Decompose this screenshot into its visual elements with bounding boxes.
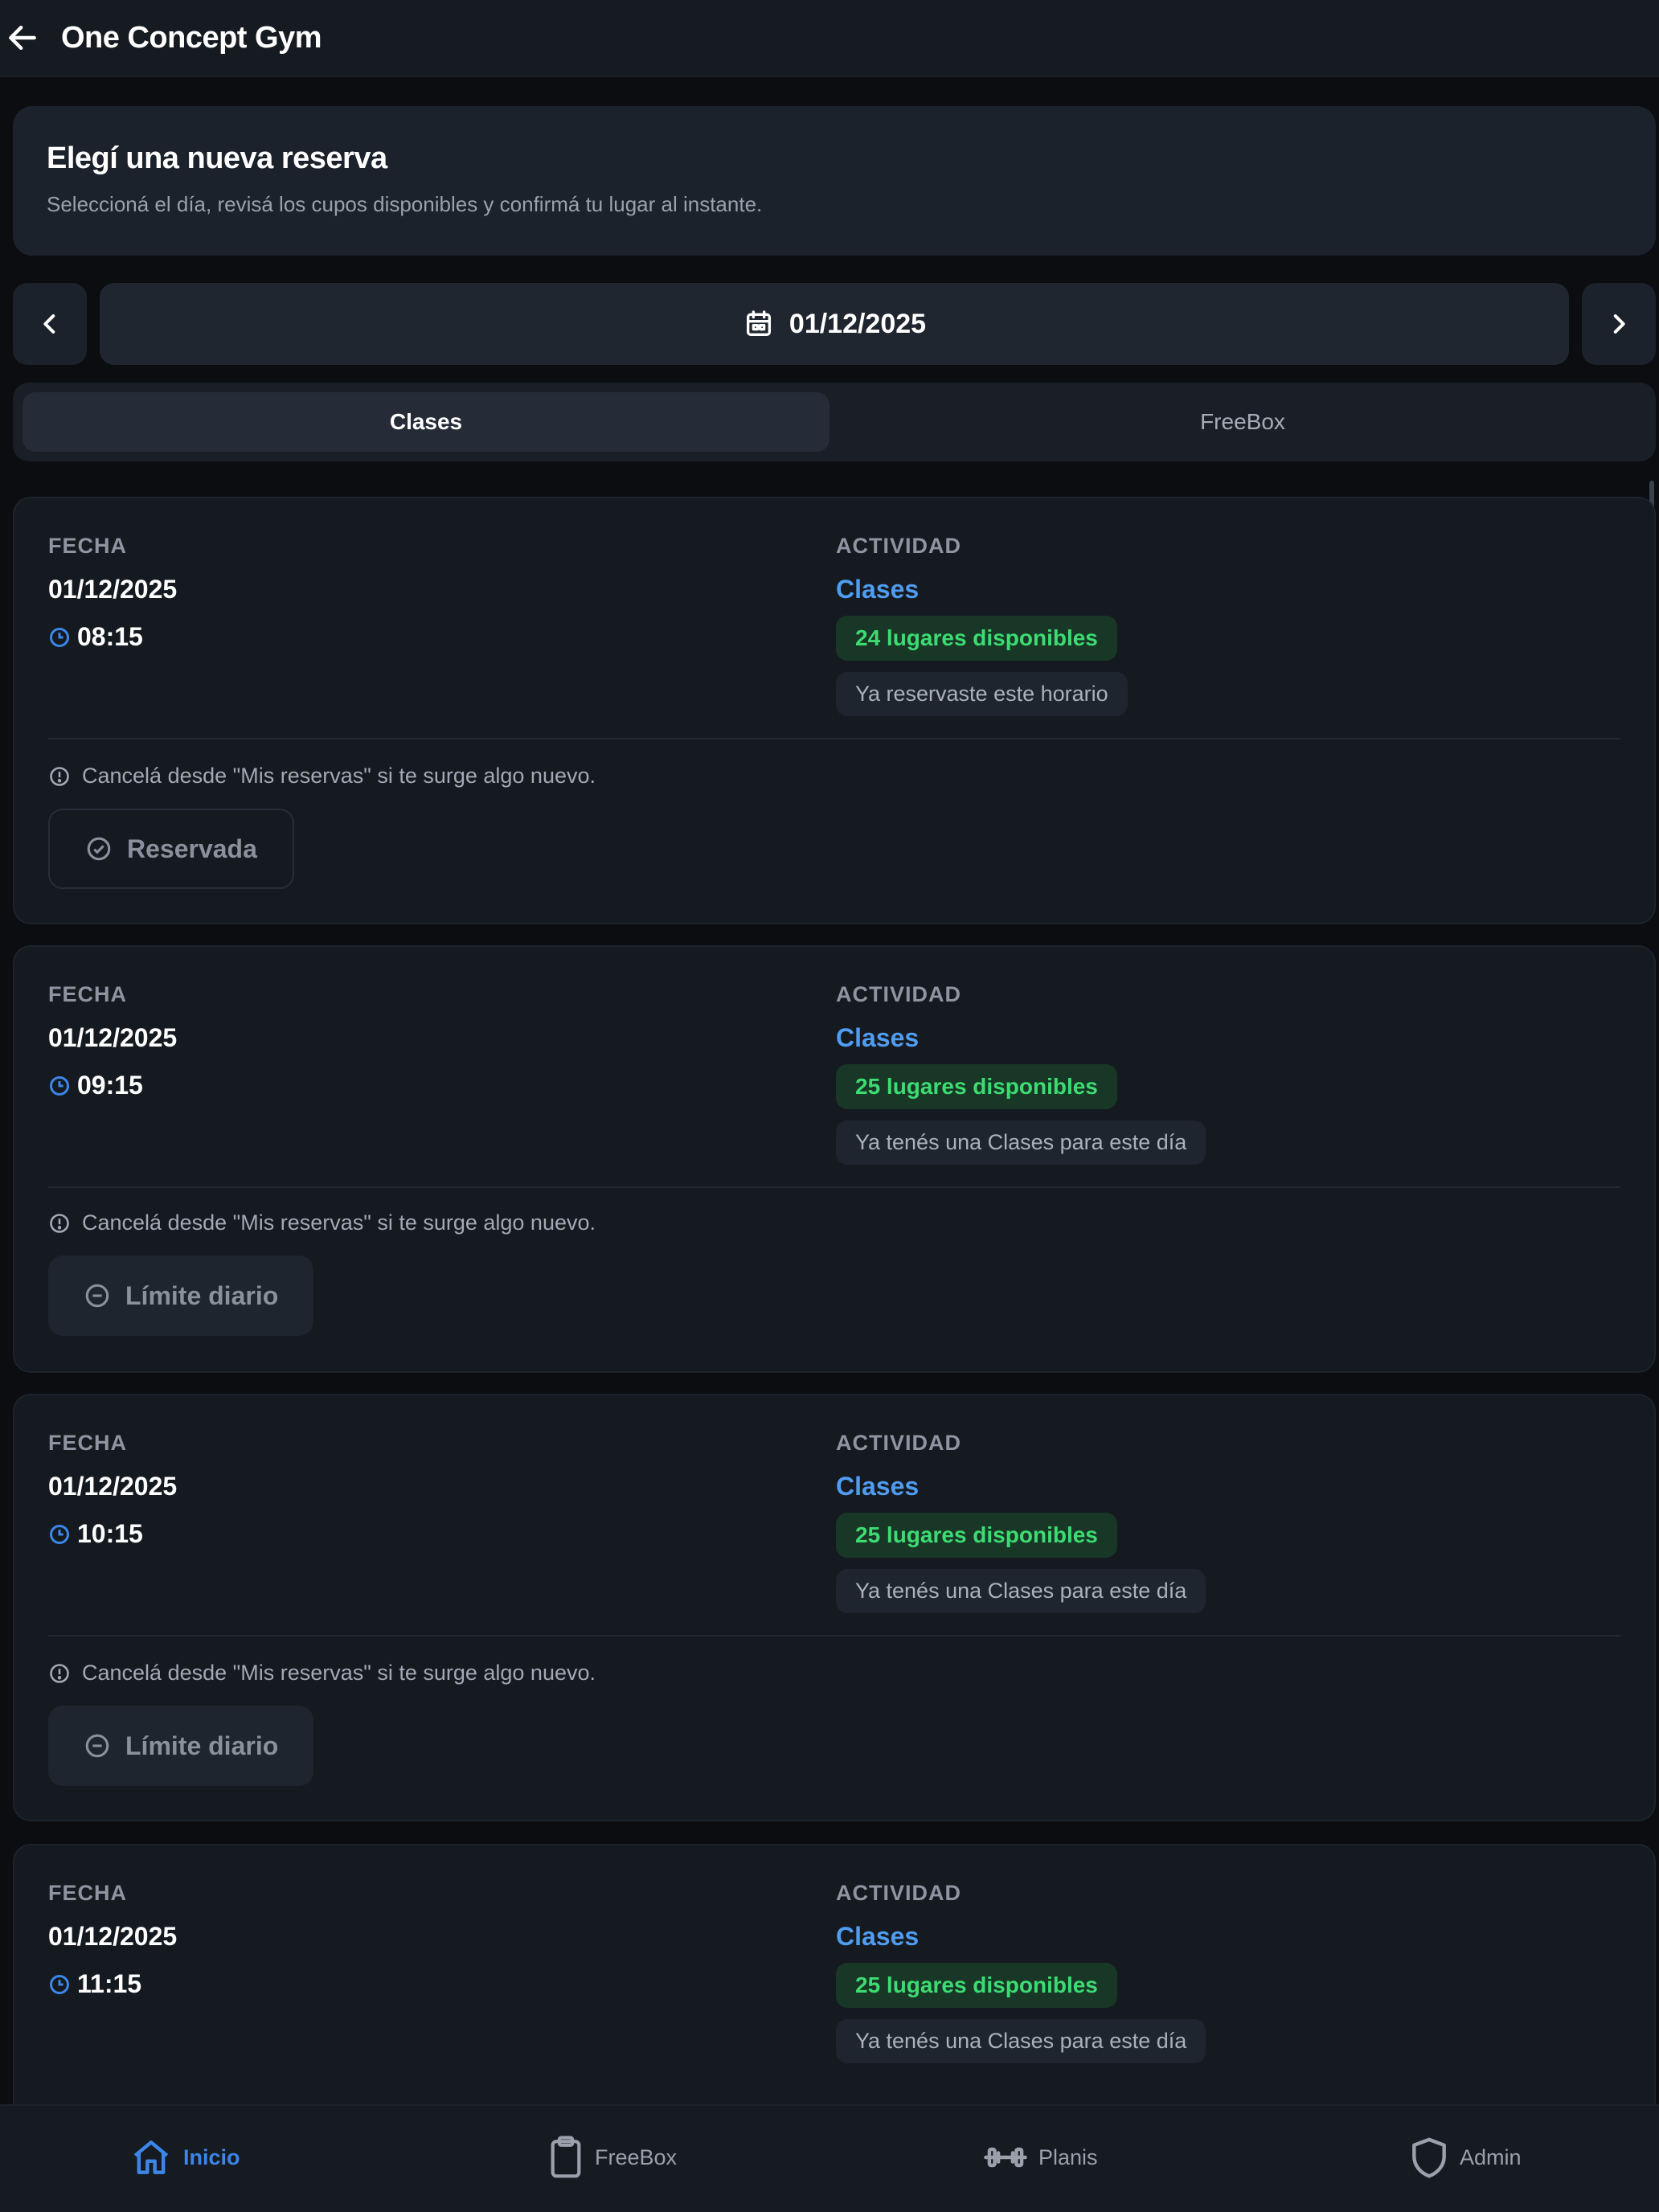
activity-name: Clases xyxy=(836,575,920,604)
info-icon xyxy=(50,1213,69,1233)
daily-limit-label: Límite diario xyxy=(125,1731,279,1760)
date-label: FECHA xyxy=(48,1431,127,1455)
nav-item-freebox[interactable]: FreeBox xyxy=(547,2135,677,2180)
tab-freebox[interactable]: FreeBox xyxy=(839,392,1646,452)
date-label: FECHA xyxy=(48,1881,127,1905)
daily-limit-button[interactable]: Límite diario xyxy=(48,1256,314,1336)
info-icon xyxy=(50,1663,69,1683)
slot-time: 09:15 xyxy=(77,1071,143,1100)
slot-card: FECHA 01/12/2025 08:15 ACTIVIDAD Clases … xyxy=(13,497,1656,924)
slot-list: FECHA 01/12/2025 08:15 ACTIVIDAD Clases … xyxy=(0,487,1659,2108)
status-note: Ya tenés una Clases para este día xyxy=(836,1120,1206,1165)
activity-label: ACTIVIDAD xyxy=(836,982,961,1006)
cancel-note: Cancelá desde "Mis reservas" si te surge… xyxy=(48,764,596,789)
home-icon xyxy=(133,2140,169,2174)
intro-card: Elegí una nueva reserva Seleccioná el dí… xyxy=(13,106,1656,256)
calendar-icon xyxy=(746,310,771,336)
date-label: FECHA xyxy=(48,534,127,558)
page: One Concept Gym Elegí una nueva reserva … xyxy=(0,0,1659,2212)
info-icon xyxy=(50,766,69,786)
slot-date: 01/12/2025 xyxy=(48,1472,178,1501)
dumbbell-icon xyxy=(984,2147,1027,2168)
activity-name: Clases xyxy=(836,1023,920,1052)
slot-time: 11:15 xyxy=(77,1969,142,1998)
app-title: One Concept Gym xyxy=(61,20,322,55)
back-arrow-icon[interactable] xyxy=(0,15,45,60)
clock-icon xyxy=(49,1524,70,1544)
next-day-button[interactable] xyxy=(1582,283,1656,365)
nav-label-freebox: FreeBox xyxy=(595,2144,678,2169)
date-label: FECHA xyxy=(48,982,127,1006)
card-divider xyxy=(48,1635,1620,1636)
previous-day-button[interactable] xyxy=(13,283,87,365)
reserved-button[interactable]: Reservada xyxy=(48,809,294,889)
availability-badge: 25 lugares disponibles xyxy=(836,1064,1117,1109)
slot-date: 01/12/2025 xyxy=(48,575,178,604)
date-selector: 01/12/2025 xyxy=(13,283,1656,365)
slot-card: FECHA 01/12/2025 11:15 ACTIVIDAD Clases … xyxy=(13,1844,1656,2108)
intro-subtitle: Seleccioná el día, revisá los cupos disp… xyxy=(47,192,763,216)
nav-item-admin[interactable]: Admin xyxy=(1408,2135,1522,2180)
cancel-note: Cancelá desde "Mis reservas" si te surge… xyxy=(48,1661,596,1686)
nav-item-inicio[interactable]: Inicio xyxy=(129,2135,240,2180)
daily-limit-label: Límite diario xyxy=(125,1280,279,1310)
bottom-navigation: Inicio FreeBox Planis Admin xyxy=(0,2104,1659,2212)
chevron-left-icon xyxy=(43,314,55,334)
activity-name: Clases xyxy=(836,1472,920,1501)
minus-circle-icon xyxy=(85,1284,109,1308)
activity-label: ACTIVIDAD xyxy=(836,1431,961,1455)
status-note: Ya tenés una Clases para este día xyxy=(836,2019,1206,2063)
shield-icon xyxy=(1412,2137,1446,2178)
activity-tabs: Clases FreeBox xyxy=(13,383,1656,461)
reserved-button-label: Reservada xyxy=(127,834,257,863)
nav-label-planis: Planis xyxy=(1038,2144,1098,2169)
cancel-note-text: Cancelá desde "Mis reservas" si te surge… xyxy=(82,1210,596,1235)
cancel-note-text: Cancelá desde "Mis reservas" si te surge… xyxy=(82,764,596,788)
slot-time: 08:15 xyxy=(77,622,143,651)
status-note: Ya reservaste este horario xyxy=(836,672,1128,716)
slot-date: 01/12/2025 xyxy=(48,1922,178,1951)
activity-label: ACTIVIDAD xyxy=(836,534,961,558)
availability-badge: 25 lugares disponibles xyxy=(836,1963,1117,2008)
selected-date: 01/12/2025 xyxy=(789,308,927,339)
chevron-right-icon xyxy=(1613,314,1625,334)
check-circle-icon xyxy=(87,837,111,861)
activity-label: ACTIVIDAD xyxy=(836,1881,961,1905)
clock-icon xyxy=(49,1974,70,1994)
intro-title: Elegí una nueva reserva xyxy=(47,141,387,175)
card-divider xyxy=(48,1186,1620,1188)
clipboard-icon xyxy=(551,2136,581,2178)
slot-date: 01/12/2025 xyxy=(48,1023,178,1052)
availability-badge: 25 lugares disponibles xyxy=(836,1513,1117,1558)
daily-limit-button[interactable]: Límite diario xyxy=(48,1706,314,1786)
nav-label-admin: Admin xyxy=(1460,2144,1522,2169)
slot-card: FECHA 01/12/2025 09:15 ACTIVIDAD Clases … xyxy=(13,945,1656,1373)
card-divider xyxy=(48,738,1620,739)
slot-time: 10:15 xyxy=(77,1519,143,1548)
minus-circle-icon xyxy=(85,1734,109,1758)
clock-icon xyxy=(49,1075,70,1096)
tab-clases[interactable]: Clases xyxy=(23,392,830,452)
cancel-note-text: Cancelá desde "Mis reservas" si te surge… xyxy=(82,1661,596,1685)
slot-card: FECHA 01/12/2025 10:15 ACTIVIDAD Clases … xyxy=(13,1394,1656,1821)
nav-item-planis[interactable]: Planis xyxy=(982,2135,1098,2180)
top-app-bar: One Concept Gym xyxy=(0,0,1659,77)
date-picker-button[interactable]: 01/12/2025 xyxy=(100,283,1569,365)
availability-badge: 24 lugares disponibles xyxy=(836,616,1117,661)
status-note: Ya tenés una Clases para este día xyxy=(836,1569,1206,1613)
clock-icon xyxy=(49,627,70,647)
nav-label-inicio: Inicio xyxy=(183,2144,240,2169)
activity-name: Clases xyxy=(836,1922,920,1951)
cancel-note: Cancelá desde "Mis reservas" si te surge… xyxy=(48,1210,596,1235)
